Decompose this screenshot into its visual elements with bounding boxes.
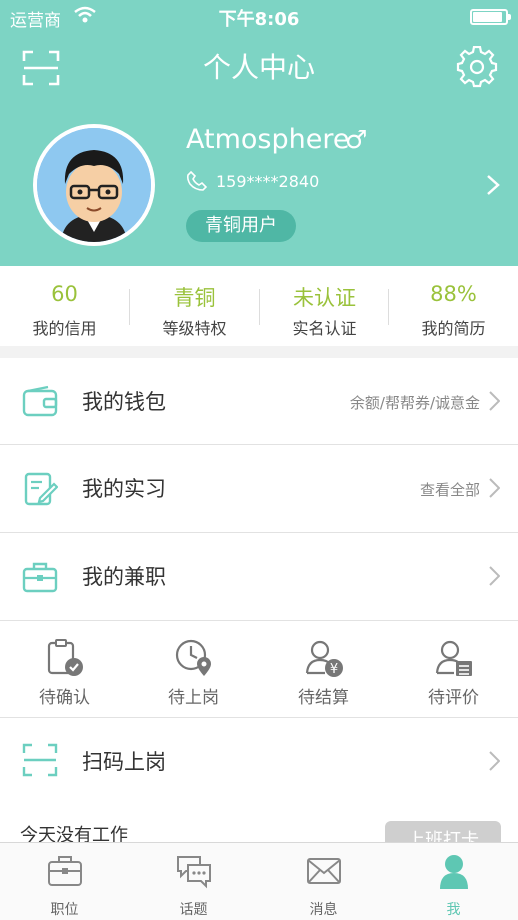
- user-list-icon: [435, 640, 472, 676]
- gear-icon[interactable]: [456, 46, 498, 88]
- profile-header: 运营商 下午8:06 个人中心 Atmosphere ♂ 159****2840…: [0, 0, 518, 266]
- tab-label: 我: [446, 902, 461, 918]
- avatar[interactable]: [33, 124, 155, 246]
- tab-topics[interactable]: 话题: [129, 843, 258, 920]
- job-status-strip: 待确认 待上岗 ¥ 待结算 待评价: [0, 621, 518, 717]
- status-pending-review[interactable]: 待评价: [389, 621, 518, 717]
- status-label: 待确认: [39, 688, 90, 708]
- menu-item-parttime[interactable]: 我的兼职: [0, 533, 518, 620]
- avatar-illustration: [37, 128, 151, 242]
- tab-me[interactable]: 我: [389, 843, 518, 920]
- tab-label: 话题: [179, 902, 208, 918]
- today-work-text: 今天没有工作: [20, 825, 128, 843]
- status-pending-start[interactable]: 待上岗: [129, 621, 258, 717]
- stat-label: 我的简历: [421, 319, 486, 338]
- status-pending-confirm[interactable]: 待确认: [0, 621, 129, 717]
- svg-text:¥: ¥: [330, 662, 338, 677]
- stat-label: 实名认证: [292, 319, 357, 338]
- today-work-card: 今天没有工作 上班打卡: [0, 805, 518, 843]
- chevron-right-icon: [489, 751, 500, 771]
- stat-label: 等级特权: [162, 319, 227, 338]
- stats-bar: 60 我的信用 青铜 等级特权 未认证 实名认证 88% 我的简历: [0, 266, 518, 346]
- menu-item-label: 我的兼职: [82, 565, 166, 589]
- tab-label: 职位: [50, 902, 79, 918]
- edit-document-icon: [24, 472, 58, 506]
- menu-item-sub: 查看全部: [419, 481, 480, 499]
- chat-bubbles-icon: [177, 856, 211, 889]
- page-title: 个人中心: [202, 51, 315, 84]
- gender-male-icon: ♂: [345, 125, 368, 154]
- chevron-right-icon: [489, 391, 500, 411]
- tab-bar: 职位 话题 消息 我: [0, 842, 518, 920]
- person-icon: [440, 855, 468, 889]
- menu-item-label: 我的实习: [82, 477, 166, 501]
- status-label: 待上岗: [168, 688, 219, 708]
- level-badge[interactable]: 青铜用户: [186, 210, 296, 242]
- briefcase-icon: [48, 856, 82, 886]
- tab-jobs[interactable]: 职位: [0, 843, 129, 920]
- username: Atmosphere: [186, 124, 350, 155]
- status-label: 待结算: [298, 688, 349, 708]
- battery-icon: [470, 9, 511, 25]
- stat-value: 88%: [430, 282, 477, 306]
- clipboard-check-icon: [47, 639, 83, 676]
- tab-label: 消息: [309, 902, 338, 918]
- user-yen-icon: ¥: [305, 640, 343, 677]
- stat-label: 我的信用: [32, 319, 97, 338]
- phone-icon: [186, 170, 208, 191]
- chevron-right-icon[interactable]: [486, 174, 500, 196]
- stat-level[interactable]: 青铜 等级特权: [130, 266, 259, 346]
- envelope-icon: [307, 858, 341, 884]
- stat-resume[interactable]: 88% 我的简历: [389, 266, 518, 346]
- clock-location-icon: [175, 639, 211, 676]
- menu-item-label: 扫码上岗: [82, 750, 166, 774]
- menu-item-internship[interactable]: 我的实习 查看全部: [0, 445, 518, 532]
- menu-item-sub: 余额/帮帮券/诚意金: [349, 394, 480, 412]
- menu-item-scan-checkin[interactable]: 扫码上岗: [0, 718, 518, 805]
- status-label: 待评价: [428, 688, 479, 708]
- status-pending-settle[interactable]: ¥ 待结算: [259, 621, 388, 717]
- stat-value: 60: [51, 282, 78, 306]
- chevron-right-icon: [489, 478, 500, 498]
- menu-item-label: 我的钱包: [82, 390, 166, 414]
- phone-number: 159****2840: [216, 172, 320, 191]
- menu-item-wallet[interactable]: 我的钱包 余额/帮帮券/诚意金: [0, 358, 518, 445]
- stat-credit[interactable]: 60 我的信用: [0, 266, 129, 346]
- stat-value: 青铜: [173, 286, 216, 310]
- scan-icon: [22, 743, 58, 777]
- briefcase-icon: [22, 562, 58, 593]
- tab-messages[interactable]: 消息: [259, 843, 388, 920]
- stat-value: 未认证: [293, 286, 356, 310]
- status-bar: 运营商 下午8:06: [0, 0, 518, 34]
- status-time: 下午8:06: [218, 9, 300, 30]
- stat-verification[interactable]: 未认证 实名认证: [260, 266, 389, 346]
- chevron-right-icon: [489, 566, 500, 586]
- clock-in-button[interactable]: 上班打卡: [385, 821, 501, 843]
- wallet-icon: [22, 385, 58, 417]
